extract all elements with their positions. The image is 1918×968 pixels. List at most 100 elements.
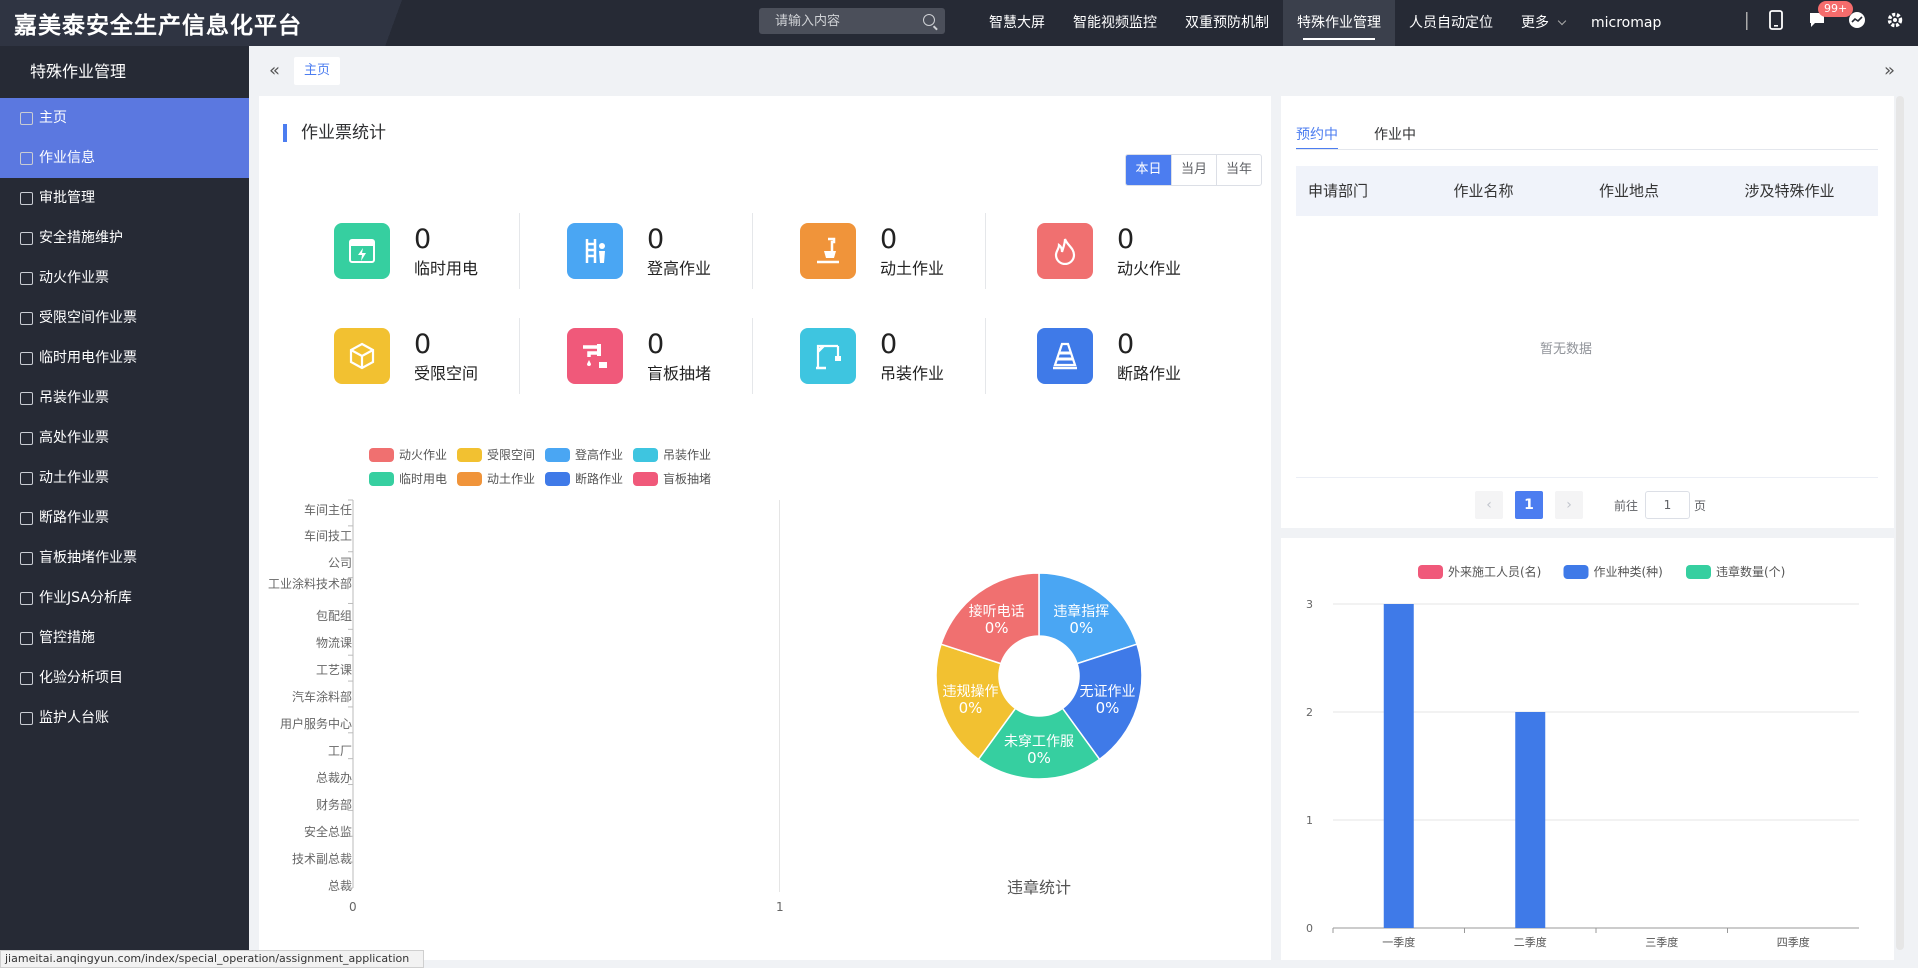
legend-item[interactable]: 吊装作业	[633, 446, 711, 463]
tab-home[interactable]: 主页	[294, 57, 341, 85]
approval-icon	[20, 191, 33, 205]
pie-slice-percent: 0%	[1096, 699, 1120, 717]
stat-confined-space[interactable]: 0 受限空间	[334, 322, 514, 392]
sidebar-item-label: 作业JSA分析库	[39, 590, 132, 606]
nav-video-monitor[interactable]: 智能视频监控	[1059, 0, 1171, 46]
height-icon	[20, 431, 33, 445]
page-scrollbar[interactable]	[1896, 96, 1904, 950]
x-tick-label: 一季度	[1382, 935, 1415, 949]
next-page-button[interactable]: ›	[1555, 491, 1583, 519]
stat-hot-work[interactable]: 0 动火作业	[1037, 217, 1217, 287]
sidebar-item-jsa[interactable]: 作业JSA分析库	[0, 578, 249, 618]
stat-excavation[interactable]: 0 动土作业	[800, 217, 980, 287]
legend-item[interactable]: 受限空间	[457, 446, 535, 463]
period-year-button[interactable]: 当年	[1216, 155, 1261, 185]
sidebar-item-label: 盲板抽堵作业票	[39, 550, 137, 566]
period-month-button[interactable]: 当月	[1171, 155, 1216, 185]
legend-label[interactable]: 作业种类(种)	[1594, 565, 1663, 579]
sidebar-item-operation-info[interactable]: 作业信息	[0, 138, 249, 178]
status-url: jiameitai.anqingyun.com/index/special_op…	[0, 950, 424, 968]
bar-chart-axes	[352, 500, 354, 888]
legend-swatch	[457, 471, 482, 486]
sidebar-item-label: 安全措施维护	[39, 230, 123, 246]
current-page-button[interactable]: 1	[1515, 491, 1543, 519]
column-header: 作业地点	[1599, 182, 1660, 200]
divider	[519, 213, 520, 289]
chart-bar[interactable]	[1383, 604, 1414, 928]
ladder-icon	[567, 223, 623, 279]
stat-temp-power[interactable]: 0 临时用电	[334, 217, 514, 287]
search-input[interactable]	[759, 8, 945, 34]
shield-icon	[20, 231, 33, 245]
legend-item[interactable]: 动土作业	[457, 470, 535, 487]
goto-page-input[interactable]: 1	[1645, 491, 1690, 519]
pie-chart-title: 违章统计	[1006, 878, 1071, 897]
sidebar-item-excavation[interactable]: 动土作业票	[0, 458, 249, 498]
legend-label[interactable]: 外来施工人员(名)	[1448, 564, 1541, 579]
sidebar-item-label: 临时用电作业票	[39, 350, 137, 366]
stat-height-work[interactable]: 0 登高作业	[567, 217, 747, 287]
nav-special-operation[interactable]: 特殊作业管理	[1283, 0, 1395, 46]
expand-icon[interactable]: »	[1884, 60, 1895, 81]
mobile-icon[interactable]	[1769, 10, 1783, 30]
stat-value: 0	[647, 329, 665, 360]
nav-dual-prevention[interactable]: 双重预防机制	[1171, 0, 1283, 46]
nav-smart-screen[interactable]: 智慧大屏	[975, 0, 1059, 46]
tab-in-progress[interactable]: 作业中	[1374, 124, 1416, 150]
stat-blind-plate[interactable]: 0 盲板抽堵	[567, 322, 747, 392]
nav-more-label: 更多	[1521, 15, 1549, 31]
collapse-sidebar-icon[interactable]: «	[269, 60, 280, 81]
legend-item[interactable]: 盲板抽堵	[633, 470, 711, 487]
legend-item[interactable]: 临时用电	[369, 470, 447, 487]
stat-label: 受限空间	[414, 364, 479, 383]
bar-chart-ticks	[348, 499, 353, 889]
tab-reserved[interactable]: 预约中	[1296, 124, 1338, 150]
sidebar-item-blind-plate[interactable]: 盲板抽堵作业票	[0, 538, 249, 578]
table-header: 申请部门 作业名称 作业地点 涉及特殊作业	[1296, 166, 1878, 216]
nav-more[interactable]: 更多	[1507, 0, 1569, 46]
stat-value: 0	[880, 224, 898, 255]
sidebar-item-temp-power[interactable]: 临时用电作业票	[0, 338, 249, 378]
search-icon[interactable]	[923, 14, 935, 26]
divider	[752, 213, 753, 289]
sidebar-item-home[interactable]: 主页	[0, 98, 249, 138]
legend-item[interactable]: 登高作业	[545, 446, 623, 463]
period-selector: 本日 当月 当年	[1125, 154, 1262, 186]
sidebar-item-lifting[interactable]: 吊装作业票	[0, 378, 249, 418]
list-icon	[20, 631, 33, 645]
nav-person-location[interactable]: 人员自动定位	[1395, 0, 1507, 46]
pie-slice-percent: 0%	[985, 619, 1009, 637]
legend-item[interactable]: 断路作业	[545, 470, 623, 487]
prev-page-button[interactable]: ‹	[1475, 491, 1503, 519]
sidebar-item-control[interactable]: 管控措施	[0, 618, 249, 658]
pie-slice-label: 违章指挥	[1053, 603, 1109, 620]
legend-label[interactable]: 违章数量(个)	[1716, 564, 1785, 579]
chat-icon[interactable]	[1848, 11, 1866, 29]
divider-icon	[1746, 12, 1748, 30]
period-today-button[interactable]: 本日	[1126, 155, 1171, 185]
legend-item[interactable]: 动火作业	[369, 446, 447, 463]
sidebar-item-approval[interactable]: 审批管理	[0, 178, 249, 218]
search-box[interactable]	[759, 8, 945, 34]
crane-icon	[800, 328, 856, 384]
flame-icon	[20, 271, 33, 285]
sidebar-item-safety-measures[interactable]: 安全措施维护	[0, 218, 249, 258]
x-tick-label: 0	[349, 900, 357, 914]
pipe-icon	[20, 551, 33, 565]
sidebar-item-confined-space[interactable]: 受限空间作业票	[0, 298, 249, 338]
nav-user[interactable]: micromap	[1569, 0, 1675, 46]
sidebar-item-guardian[interactable]: 监护人台账	[0, 698, 249, 738]
stat-road-break[interactable]: 0 断路作业	[1037, 322, 1217, 392]
sidebar-item-lab-analysis[interactable]: 化验分析项目	[0, 658, 249, 698]
stat-value: 0	[1117, 224, 1135, 255]
stat-lifting[interactable]: 0 吊装作业	[800, 322, 980, 392]
pie-slice-label: 未穿工作服	[1004, 734, 1074, 750]
divider	[985, 213, 986, 289]
chart-bar[interactable]	[1515, 712, 1546, 928]
sidebar-item-hot-work[interactable]: 动火作业票	[0, 258, 249, 298]
stat-label: 临时用电	[414, 259, 479, 278]
x-tick-label: 四季度	[1777, 935, 1810, 949]
sidebar-item-road-break[interactable]: 断路作业票	[0, 498, 249, 538]
sidebar-item-height[interactable]: 高处作业票	[0, 418, 249, 458]
gear-icon[interactable]	[1886, 11, 1904, 29]
